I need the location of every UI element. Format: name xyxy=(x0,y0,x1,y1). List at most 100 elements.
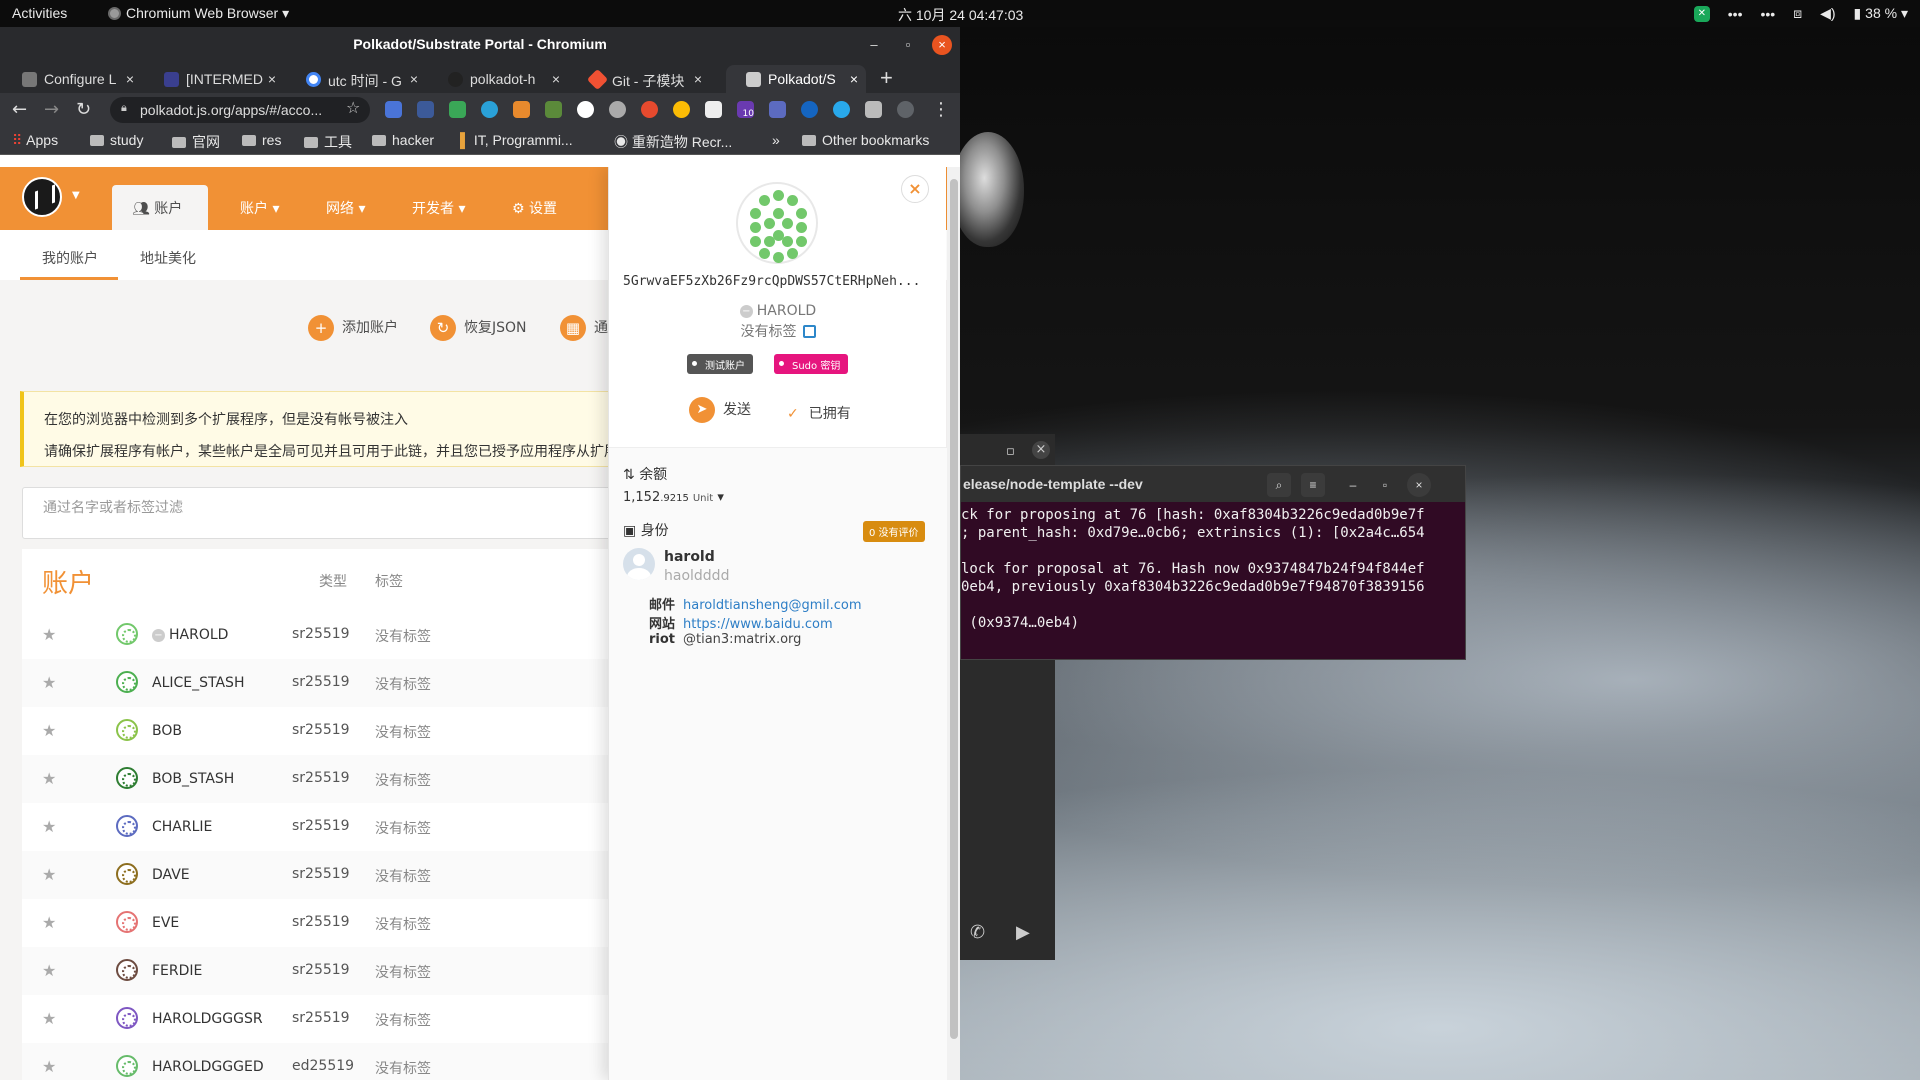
tab-github[interactable]: polkadot-h × xyxy=(428,65,568,93)
volume-icon[interactable]: ◀) xyxy=(1820,5,1835,22)
email-link[interactable]: haroldtiansheng@gmil.com xyxy=(683,598,862,613)
bookmark-hacker[interactable]: hacker xyxy=(372,132,434,148)
account-identicon[interactable] xyxy=(116,623,138,645)
account-identicon[interactable] xyxy=(116,863,138,885)
more-action-button[interactable]: ▦ 通 xyxy=(560,315,608,341)
phone-icon[interactable]: ✆ xyxy=(970,922,985,943)
metamask-extension-icon[interactable] xyxy=(513,101,530,118)
caret-down-icon[interactable]: ▾ xyxy=(717,490,724,505)
system-tray[interactable]: ✕ ••• ••• ⧈ ◀) ▮ 38 % ▾ xyxy=(1693,5,1908,22)
send-button[interactable]: ➤ 发送 xyxy=(689,397,751,423)
favorite-star-icon[interactable]: ★ xyxy=(42,625,56,644)
balance-value[interactable]: 1,152.9215 Unit ▾ xyxy=(623,490,724,505)
nav-item-developer[interactable]: 开发者 ▾ xyxy=(412,198,465,218)
website-link[interactable]: https://www.baidu.com xyxy=(683,617,833,632)
account-name[interactable]: − HAROLD xyxy=(609,303,947,319)
account-name[interactable]: BOB_STASH xyxy=(152,771,234,787)
tab-intermediate[interactable]: [INTERMED × xyxy=(144,65,284,93)
translate-extension-icon[interactable] xyxy=(385,101,402,118)
chevron-down-icon[interactable]: ▼ xyxy=(72,190,80,201)
favorite-star-icon[interactable]: ★ xyxy=(42,961,56,980)
account-row[interactable]: ★ CHARLIE sr25519 没有标签 xyxy=(22,803,642,851)
edit-icon[interactable] xyxy=(802,325,816,338)
tab-close-icon[interactable]: × xyxy=(552,71,560,87)
minimize-icon[interactable]: – xyxy=(1341,473,1365,497)
account-name[interactable]: BOB xyxy=(152,723,182,739)
tab-close-icon[interactable]: × xyxy=(410,71,418,87)
account-row[interactable]: ★ BOB sr25519 没有标签 xyxy=(22,707,642,755)
bookmarks-overflow[interactable]: » xyxy=(772,132,780,148)
account-name[interactable]: CHARLIE xyxy=(152,819,212,835)
favorite-star-icon[interactable]: ★ xyxy=(42,865,56,884)
account-row[interactable]: ★ EVE sr25519 没有标签 xyxy=(22,899,642,947)
extension-icon[interactable] xyxy=(417,101,434,118)
activities-button[interactable]: Activities xyxy=(12,5,67,21)
chrome-extension-icon[interactable] xyxy=(673,101,690,118)
bookmark-it-programming[interactable]: ▌ IT, Programmi... xyxy=(460,132,573,148)
account-sidebar[interactable]: × 5GrwvaEF5zXb26Fz9rcQpDWS57CtERHpNeh...… xyxy=(608,167,960,1080)
maximize-icon[interactable]: ▫ xyxy=(898,35,918,55)
bookmark-res[interactable]: res xyxy=(242,132,281,148)
video-icon[interactable]: ▶ xyxy=(1016,922,1030,943)
extension-badge-icon[interactable]: 10 xyxy=(737,101,754,119)
network-icon[interactable]: ⧈ xyxy=(1793,5,1802,22)
puzzle-extensions-icon[interactable] xyxy=(865,101,882,118)
account-name[interactable]: − HAROLD xyxy=(152,627,228,643)
bookmark-apps[interactable]: ⠿ Apps xyxy=(12,132,58,149)
account-row[interactable]: ★ DAVE sr25519 没有标签 xyxy=(22,851,642,899)
bookmark-other[interactable]: Other bookmarks xyxy=(802,132,929,148)
overflow-icon[interactable]: ••• xyxy=(1728,6,1743,22)
account-address[interactable]: 5GrwvaEF5zXb26Fz9rcQpDWS57CtERHpNeh... xyxy=(623,274,943,289)
account-identicon[interactable] xyxy=(116,911,138,933)
page-viewport[interactable]: ▼ 👥︎ 账户 账户 ▾ 网络 ▾ 开发者 ▾ ⚙ 设置 我的账户 地址美化 +… xyxy=(0,167,960,1080)
bookmark-star-icon[interactable]: ☆ xyxy=(346,98,360,117)
close-icon[interactable]: × xyxy=(1407,473,1431,497)
favorite-star-icon[interactable]: ★ xyxy=(42,817,56,836)
tab-my-accounts[interactable]: 我的账户 xyxy=(42,248,98,268)
app-menu[interactable]: Chromium Web Browser ▾ xyxy=(108,5,289,22)
extension-icon[interactable] xyxy=(801,101,818,118)
battery-status[interactable]: ▮ 38 % ▾ xyxy=(1854,5,1908,22)
account-row[interactable]: ★ ALICE_STASH sr25519 没有标签 xyxy=(22,659,642,707)
nav-item-settings[interactable]: ⚙ 设置 xyxy=(512,198,557,218)
account-identicon[interactable] xyxy=(116,815,138,837)
terminal-titlebar[interactable]: elease/node-template --dev ⌕ ≡ – ▫ × xyxy=(961,466,1465,502)
tab-configure[interactable]: Configure L × xyxy=(2,65,142,93)
add-account-button[interactable]: + 添加账户 xyxy=(308,315,398,341)
telegram-extension-icon[interactable] xyxy=(833,101,850,118)
account-row[interactable]: ★ HAROLDGGGSR sr25519 没有标签 xyxy=(22,995,642,1043)
account-row[interactable]: ★ FERDIE sr25519 没有标签 xyxy=(22,947,642,995)
shield-extension-icon[interactable] xyxy=(449,101,466,118)
account-name[interactable]: ALICE_STASH xyxy=(152,675,244,691)
scrollbar-thumb[interactable] xyxy=(950,179,958,1039)
extension-icon[interactable] xyxy=(769,101,786,118)
terminal-output[interactable]: ck for proposing at 76 [hash: 0xaf8304b3… xyxy=(961,502,1465,632)
chromium-window[interactable]: Polkadot/Substrate Portal - Chromium – ▫… xyxy=(0,27,960,1080)
search-icon[interactable]: ⌕ xyxy=(1267,473,1291,497)
account-row[interactable]: ★ − HAROLD sr25519 没有标签 xyxy=(22,611,642,659)
bookmark-study[interactable]: study xyxy=(90,132,143,148)
hamburger-menu-icon[interactable]: ≡ xyxy=(1301,473,1325,497)
polkadot-logo[interactable] xyxy=(22,177,62,217)
close-icon[interactable]: × xyxy=(1032,441,1050,459)
tab-utc[interactable]: utc 时间 - G × xyxy=(286,65,426,93)
tab-close-icon[interactable]: × xyxy=(694,71,702,87)
tab-close-icon[interactable]: × xyxy=(850,71,858,87)
tab-polkadot[interactable]: Polkadot/S × xyxy=(726,65,866,93)
favorite-star-icon[interactable]: ★ xyxy=(42,1057,56,1076)
forward-icon[interactable]: → xyxy=(44,99,59,120)
reload-icon[interactable]: ↻ xyxy=(76,99,91,120)
account-name[interactable]: FERDIE xyxy=(152,963,202,979)
account-identicon[interactable] xyxy=(116,719,138,741)
bookmark-official[interactable]: 官网 xyxy=(172,132,220,152)
overflow-icon-2[interactable]: ••• xyxy=(1760,6,1775,22)
tab-git[interactable]: Git - 子模块 × xyxy=(570,65,710,93)
nav-item-accounts[interactable]: 账户 ▾ xyxy=(240,198,279,218)
account-identicon[interactable] xyxy=(116,671,138,693)
extension-icon[interactable] xyxy=(577,101,594,118)
tab-vanity-address[interactable]: 地址美化 xyxy=(140,248,196,268)
maximize-icon[interactable]: ▫ xyxy=(1373,473,1397,497)
menu-kebab-icon[interactable]: ⋮ xyxy=(932,99,950,120)
terminal-window[interactable]: elease/node-template --dev ⌕ ≡ – ▫ × ck … xyxy=(960,465,1466,660)
restore-json-button[interactable]: ↻ 恢复JSON xyxy=(430,315,527,341)
